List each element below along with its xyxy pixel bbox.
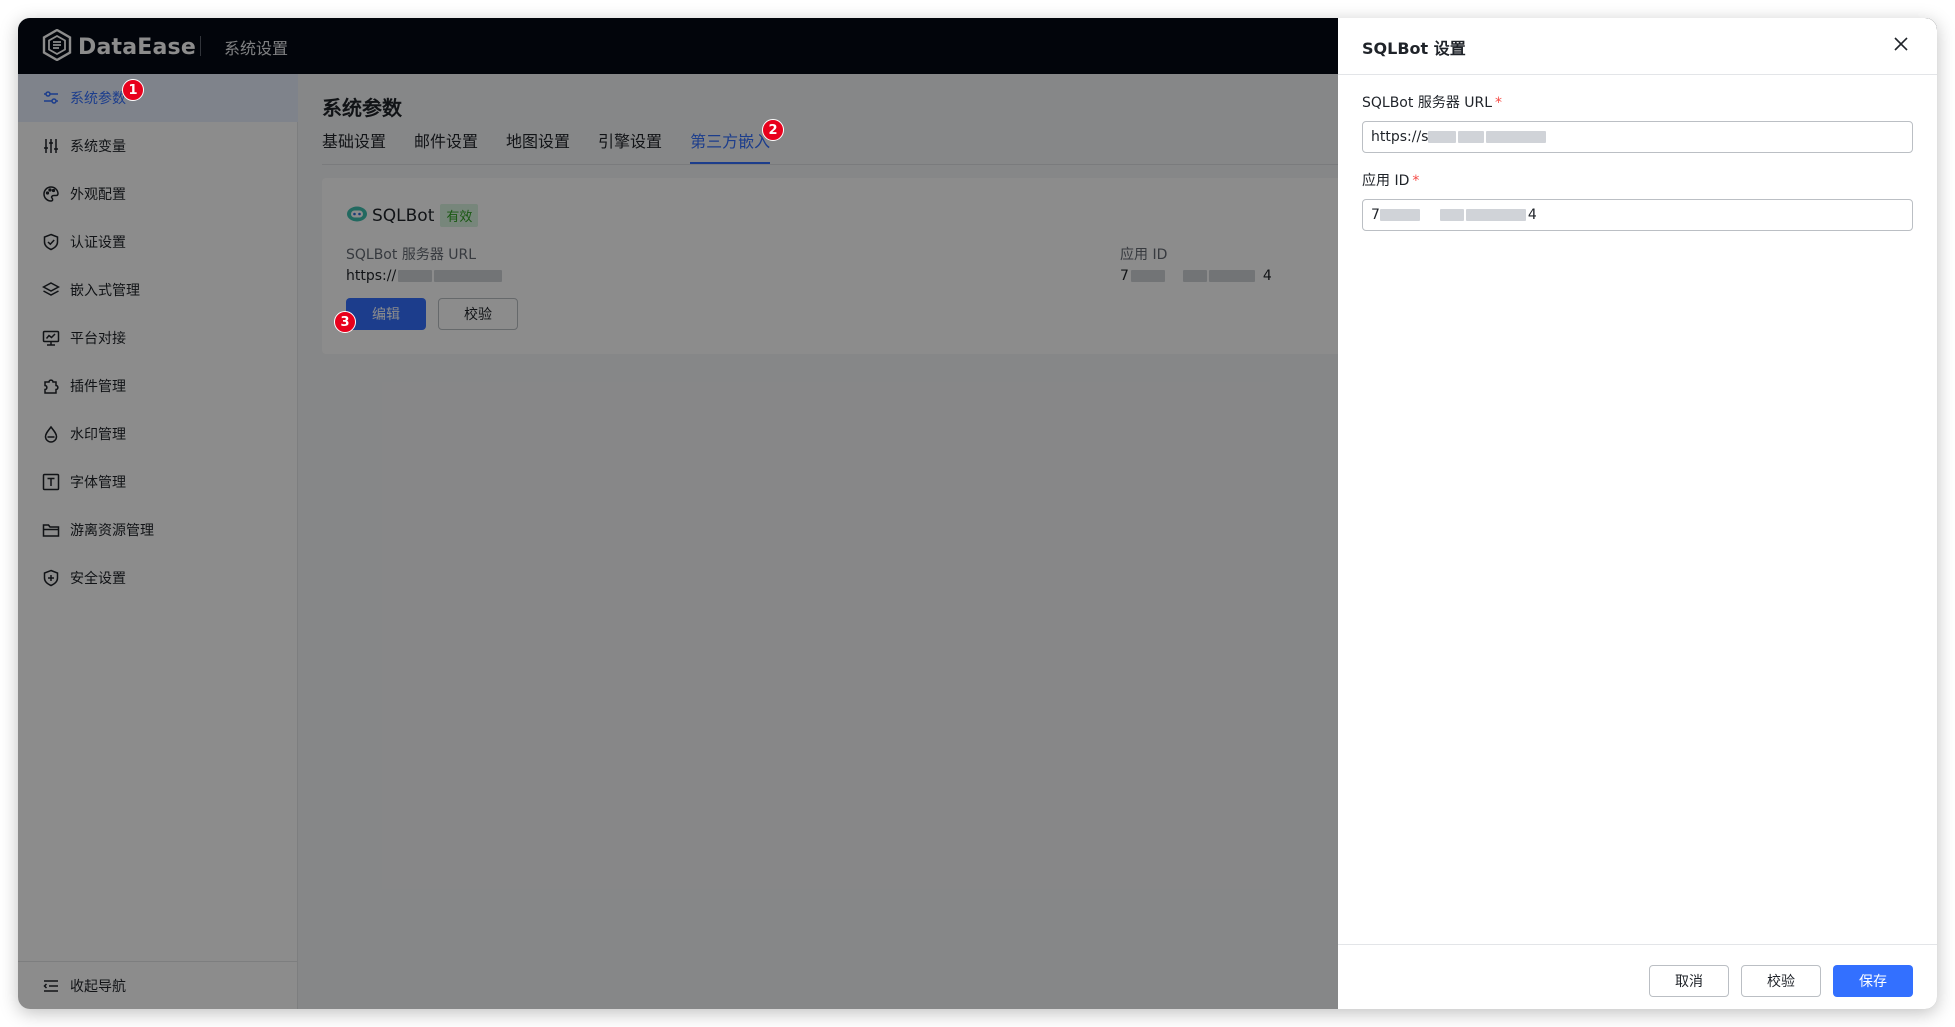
drawer-verify-button[interactable]: 校验 <box>1741 965 1821 997</box>
required-mark: * <box>1412 173 1420 189</box>
save-button[interactable]: 保存 <box>1833 965 1913 997</box>
close-button[interactable] <box>1889 34 1913 58</box>
required-mark: * <box>1495 95 1503 111</box>
app-window: DataEase 系统设置 系统参数 系统变量 外观配置 认证设置 嵌入式管理 … <box>18 18 1937 1009</box>
app-id-input[interactable]: 7 4 <box>1362 199 1913 231</box>
app-id-field-label-text: 应用 ID <box>1362 173 1410 189</box>
redacted-mask <box>1458 131 1485 143</box>
redacted-mask <box>1379 209 1420 221</box>
app-id-suffix: 4 <box>1527 207 1537 223</box>
sqlbot-settings-drawer: SQLBot 设置 SQLBot 服务器 URL * https://s 应用 I… <box>1338 18 1937 1009</box>
url-field-label: SQLBot 服务器 URL * <box>1362 92 1502 112</box>
drawer-footer-divider <box>1338 944 1937 945</box>
redacted-mask <box>1428 131 1457 143</box>
close-icon <box>1893 36 1909 56</box>
app-id-field-label: 应用 ID * <box>1362 170 1419 190</box>
drawer-title: SQLBot 设置 <box>1362 39 1466 58</box>
step-badge-2: 2 <box>762 119 784 141</box>
url-input-value: https://s <box>1371 129 1429 145</box>
drawer-header-divider <box>1338 74 1937 75</box>
redacted-mask <box>1439 209 1464 221</box>
url-field-label-text: SQLBot 服务器 URL <box>1362 95 1493 111</box>
app-id-prefix: 7 <box>1371 207 1380 223</box>
cancel-button[interactable]: 取消 <box>1649 965 1729 997</box>
step-badge-1: 1 <box>122 79 144 101</box>
redacted-mask <box>1486 131 1547 143</box>
step-badge-3: 3 <box>334 311 356 333</box>
redacted-mask <box>1465 209 1526 221</box>
url-input[interactable]: https://s <box>1362 121 1913 153</box>
